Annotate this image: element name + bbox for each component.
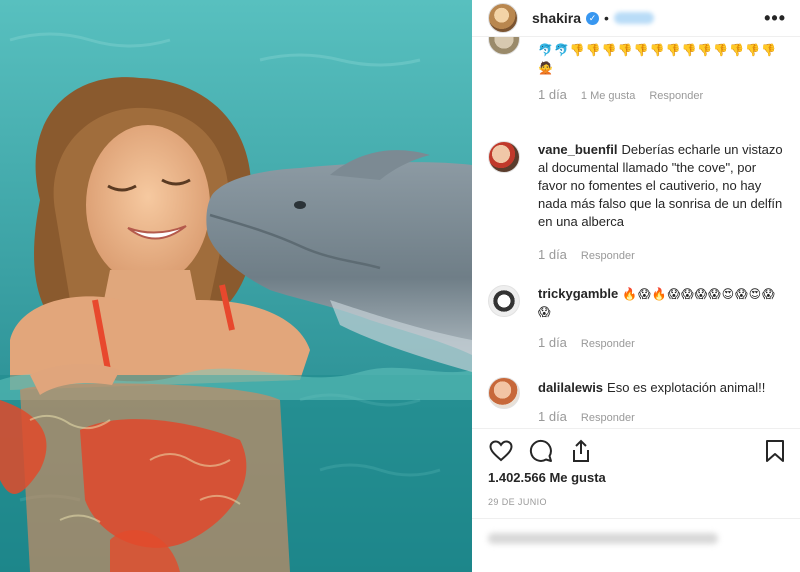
comment-age: 1 día (538, 247, 567, 262)
comment-avatar[interactable] (488, 377, 520, 409)
comment-emoji-line-1: 🐬🐬👎👎👎👎👎👎👎👎👎👎👎👎👎 (538, 43, 778, 57)
comment-age: 1 día (538, 335, 567, 350)
comment-icon[interactable] (528, 438, 554, 464)
comment-content: Eso es explotación animal!! (607, 380, 766, 395)
follow-link-blurred[interactable] (613, 12, 654, 24)
comments-list: 🐬🐬👎👎👎👎👎👎👎👎👎👎👎👎👎 🙅 1 día 1 Me gusta Respo… (472, 37, 800, 428)
separator-dot: • (604, 10, 609, 26)
comment-username[interactable]: trickygamble (538, 286, 618, 301)
photo-illustration (0, 0, 472, 572)
comment-meta: 1 día Responder (538, 409, 635, 427)
add-comment-blurred (488, 533, 718, 544)
comment-avatar[interactable] (488, 141, 520, 173)
author-username[interactable]: shakira (532, 10, 581, 26)
comment-username[interactable]: vane_buenfil (538, 142, 617, 157)
post-photo (0, 0, 472, 572)
add-comment-area[interactable] (472, 518, 800, 572)
post-header: shakira ✓ • ••• (472, 0, 800, 37)
comment-meta: 1 día Responder (538, 335, 635, 353)
bookmark-icon[interactable] (762, 438, 788, 464)
comment-text: trickygamble 🔥😱🔥😱😱😱😱😍😱😍😱😱 (538, 285, 788, 321)
comment-text: dalilalewis Eso es explotación animal!! (538, 379, 788, 397)
comment-age: 1 día (538, 409, 567, 424)
verified-badge-icon: ✓ (586, 11, 600, 25)
comment-text: vane_buenfil Deberías echarle un vistazo … (538, 141, 788, 231)
share-icon[interactable] (568, 438, 594, 464)
comment-avatar[interactable] (488, 37, 520, 55)
reply-button[interactable]: Responder (581, 335, 635, 353)
comment-emoji-line-2: 🙅 (538, 61, 554, 75)
reply-button[interactable]: Responder (581, 247, 635, 265)
reply-button[interactable]: Responder (649, 87, 703, 105)
reply-button[interactable]: Responder (581, 409, 635, 427)
more-dots-icon[interactable]: ••• (764, 8, 786, 29)
comment-username[interactable]: dalilalewis (538, 380, 603, 395)
comment-text: 🐬🐬👎👎👎👎👎👎👎👎👎👎👎👎👎 🙅 (538, 41, 788, 77)
comment-avatar[interactable] (488, 285, 520, 317)
heart-icon[interactable] (488, 438, 514, 464)
comment-likes[interactable]: 1 Me gusta (581, 87, 635, 105)
comment-meta: 1 día 1 Me gusta Responder (538, 87, 703, 105)
post-actions (472, 428, 800, 472)
post-date: 29 DE JUNIO (488, 497, 547, 507)
comment-meta: 1 día Responder (538, 247, 635, 265)
post-sidebar: shakira ✓ • ••• 🐬🐬👎👎👎👎👎👎👎👎👎👎👎👎👎 🙅 1 día … (472, 0, 800, 572)
author-avatar[interactable] (488, 3, 518, 33)
comment-age: 1 día (538, 87, 567, 102)
likes-count[interactable]: 1.402.566 Me gusta (488, 470, 606, 485)
